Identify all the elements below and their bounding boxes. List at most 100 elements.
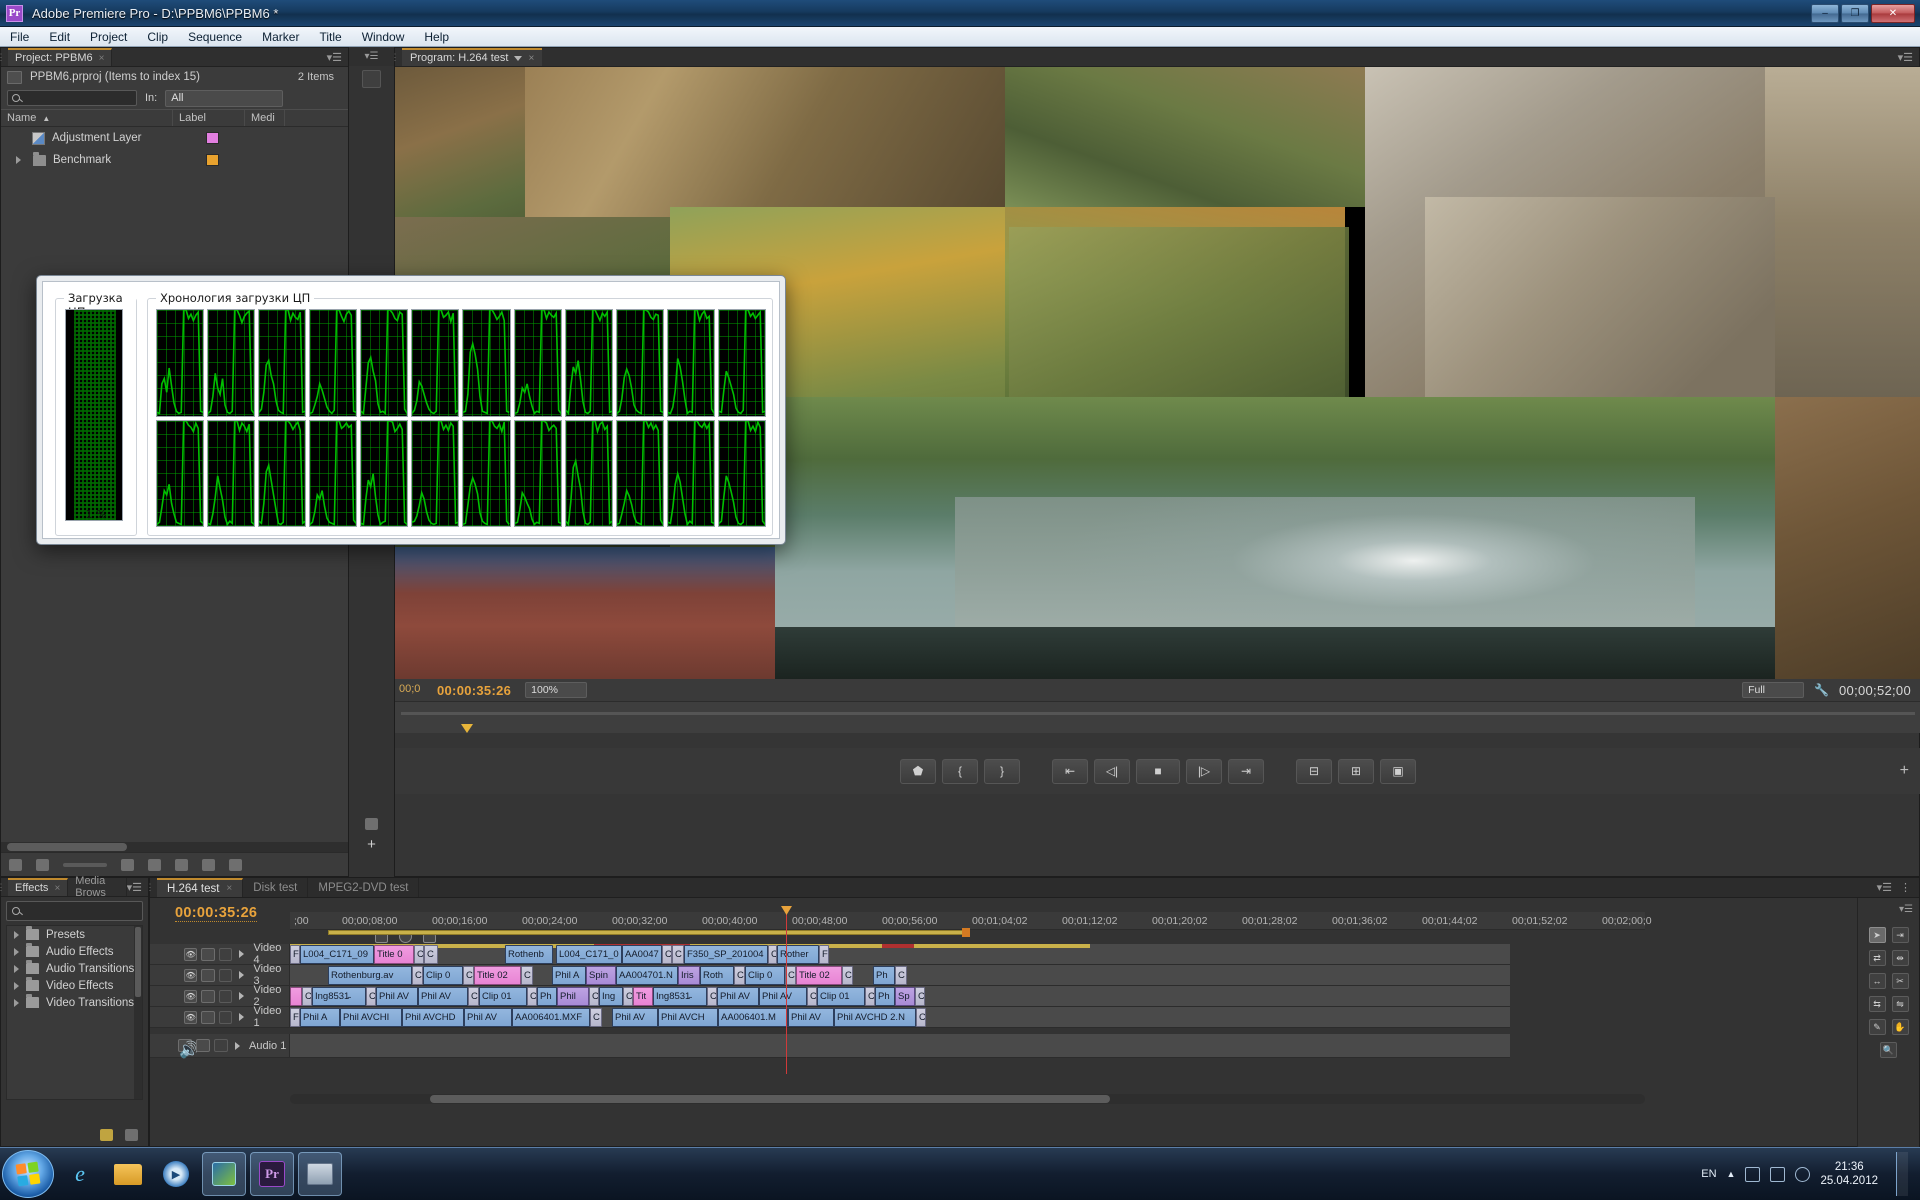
timeline-clip[interactable]: Phil A	[300, 1008, 340, 1027]
track-blank-toggle[interactable]	[214, 1039, 228, 1052]
timeline-clip[interactable]: C	[521, 966, 533, 985]
track-blank-toggle[interactable]	[219, 1011, 232, 1024]
new-preset-bin-icon[interactable]	[100, 1129, 113, 1141]
maximize-button[interactable]: ❐	[1841, 4, 1869, 23]
lift-button[interactable]: ⊟	[1296, 759, 1332, 784]
effects-item-video-transitions[interactable]: Video Transitions	[7, 994, 142, 1011]
timeline-clip[interactable]: C	[468, 987, 479, 1006]
clear-icon[interactable]	[229, 859, 242, 871]
chevron-right-icon[interactable]	[235, 1042, 240, 1050]
taskbar-internet-explorer[interactable]: e	[58, 1152, 102, 1196]
eye-icon[interactable]: 👁	[184, 990, 197, 1003]
menu-project[interactable]: Project	[80, 27, 137, 47]
timeline-clip[interactable]: F350_SP_201004	[684, 945, 768, 964]
automate-to-sequence-icon[interactable]	[121, 859, 134, 871]
go-to-in-button[interactable]: ⇤	[1052, 759, 1088, 784]
tab-program-h264[interactable]: Program: H.264 test ×	[402, 48, 542, 66]
panel-menu-icon[interactable]: ▾☰	[327, 48, 348, 66]
lock-icon[interactable]	[201, 1011, 214, 1024]
tab-h264-test[interactable]: H.264 test ×	[157, 878, 243, 897]
timeline-clip[interactable]: L004_C171_0	[556, 945, 622, 964]
timeline-clip[interactable]: Phil	[557, 987, 589, 1006]
timeline-clip[interactable]: C	[865, 987, 875, 1006]
timeline-clip[interactable]: Rothenburg.av	[328, 966, 412, 985]
lock-icon[interactable]	[201, 969, 214, 982]
program-ruler[interactable]	[395, 701, 1920, 733]
timeline-clip[interactable]: C	[895, 966, 907, 985]
track-body-video-1[interactable]: FPhil APhil AVCHIPhil AVCHDPhil AVAA0064…	[290, 1007, 1510, 1027]
effects-scrollbar[interactable]	[134, 926, 142, 1099]
tab-effects[interactable]: Effects ×	[8, 878, 68, 896]
timeline-clip[interactable]: C	[590, 1008, 602, 1027]
timeline-clip[interactable]: Clip 01	[817, 987, 865, 1006]
timeline-clip[interactable]: Sp	[895, 987, 915, 1006]
new-bin-icon[interactable]	[175, 859, 188, 871]
timeline-clip[interactable]: C	[589, 987, 599, 1006]
slide-tool-icon[interactable]: ⇋	[1892, 996, 1909, 1012]
menu-help[interactable]: Help	[414, 27, 459, 47]
new-item-icon[interactable]	[202, 859, 215, 871]
go-to-out-button[interactable]: ⇥	[1228, 759, 1264, 784]
chevron-right-icon[interactable]	[239, 971, 244, 979]
timeline-clip[interactable]: Ph	[873, 966, 895, 985]
track-blank-toggle[interactable]	[219, 990, 232, 1003]
mark-in-button[interactable]: {	[942, 759, 978, 784]
razor-tool-icon[interactable]: ✂	[1892, 973, 1909, 989]
timeline-clip[interactable]: Phil AV	[612, 1008, 658, 1027]
export-frame-button[interactable]: ▣	[1380, 759, 1416, 784]
timeline-clip[interactable]: Ph	[875, 987, 895, 1006]
timeline-clip[interactable]: F	[819, 945, 829, 964]
program-playhead-marker[interactable]	[461, 724, 473, 733]
work-area-end-handle[interactable]	[962, 928, 970, 937]
menu-title[interactable]: Title	[309, 27, 351, 47]
timeline-playhead-timecode[interactable]: 00:00:35:26	[175, 905, 257, 922]
taskbar-explorer[interactable]	[106, 1152, 150, 1196]
timeline-clip[interactable]: C	[768, 945, 777, 964]
timeline-clip[interactable]: C	[807, 987, 817, 1006]
track-body-video-2[interactable]: CIng8531̵CPhil AVPhil AVCClip 01CPhPhilC…	[290, 986, 1510, 1006]
timeline-horizontal-scrollbar[interactable]	[290, 1094, 1645, 1104]
timeline-clip[interactable]: Title 02	[474, 966, 521, 985]
timeline-clip[interactable]: AA0047	[622, 945, 662, 964]
close-icon[interactable]: ×	[54, 883, 60, 894]
timeline-clip[interactable]: C	[414, 945, 424, 964]
chevron-down-icon[interactable]	[514, 56, 522, 61]
eye-icon[interactable]: 👁	[184, 969, 197, 982]
play-stop-button[interactable]: ■	[1136, 759, 1180, 784]
close-icon[interactable]: ×	[226, 883, 232, 894]
timeline-clip[interactable]: Phil AV	[464, 1008, 512, 1027]
taskbar-premiere-pro[interactable]: Pr	[250, 1152, 294, 1196]
tray-language[interactable]: EN	[1701, 1168, 1716, 1180]
chevron-right-icon[interactable]	[16, 156, 21, 164]
timeline-clip[interactable]: C	[662, 945, 672, 964]
panel-menu-icon[interactable]: ▾☰	[1898, 51, 1919, 64]
panel-menu-icon[interactable]: ▾☰	[1877, 881, 1892, 894]
eye-icon[interactable]: 👁	[184, 948, 197, 961]
track-select-tool-icon[interactable]: ⇥	[1892, 927, 1909, 943]
lock-icon[interactable]	[196, 1039, 210, 1052]
taskbar-media-player[interactable]: ▶	[154, 1152, 198, 1196]
chevron-up-icon[interactable]: ▲	[1727, 1169, 1736, 1179]
project-search-input[interactable]	[7, 90, 137, 106]
track-blank-toggle[interactable]	[219, 969, 232, 982]
chevron-right-icon[interactable]	[14, 999, 19, 1007]
timeline-clip[interactable]: C	[527, 987, 537, 1006]
taskbar-media-encoder[interactable]	[202, 1152, 246, 1196]
plus-icon[interactable]: +	[367, 836, 376, 853]
timeline-clip[interactable]: C	[412, 966, 423, 985]
timeline-clip[interactable]: Rother	[777, 945, 819, 964]
chevron-right-icon[interactable]	[239, 950, 244, 958]
timeline-clip[interactable]: C	[842, 966, 853, 985]
ripple-edit-tool-icon[interactable]: ⇄	[1869, 950, 1886, 966]
chevron-right-icon[interactable]	[239, 992, 244, 1000]
timeline-clip[interactable]: Iris	[678, 966, 700, 985]
timeline-clip[interactable]: Ing8531̵	[653, 987, 707, 1006]
new-sequence-icon[interactable]	[365, 818, 378, 830]
lock-icon[interactable]	[201, 948, 214, 961]
timeline-clip[interactable]: Phil AV	[717, 987, 759, 1006]
close-icon[interactable]: ×	[528, 53, 534, 64]
zoom-slider[interactable]	[63, 863, 107, 867]
timeline-clip[interactable]: C	[302, 987, 312, 1006]
taskbar-task-manager[interactable]	[298, 1152, 342, 1196]
timeline-clip[interactable]: Clip 01	[479, 987, 527, 1006]
